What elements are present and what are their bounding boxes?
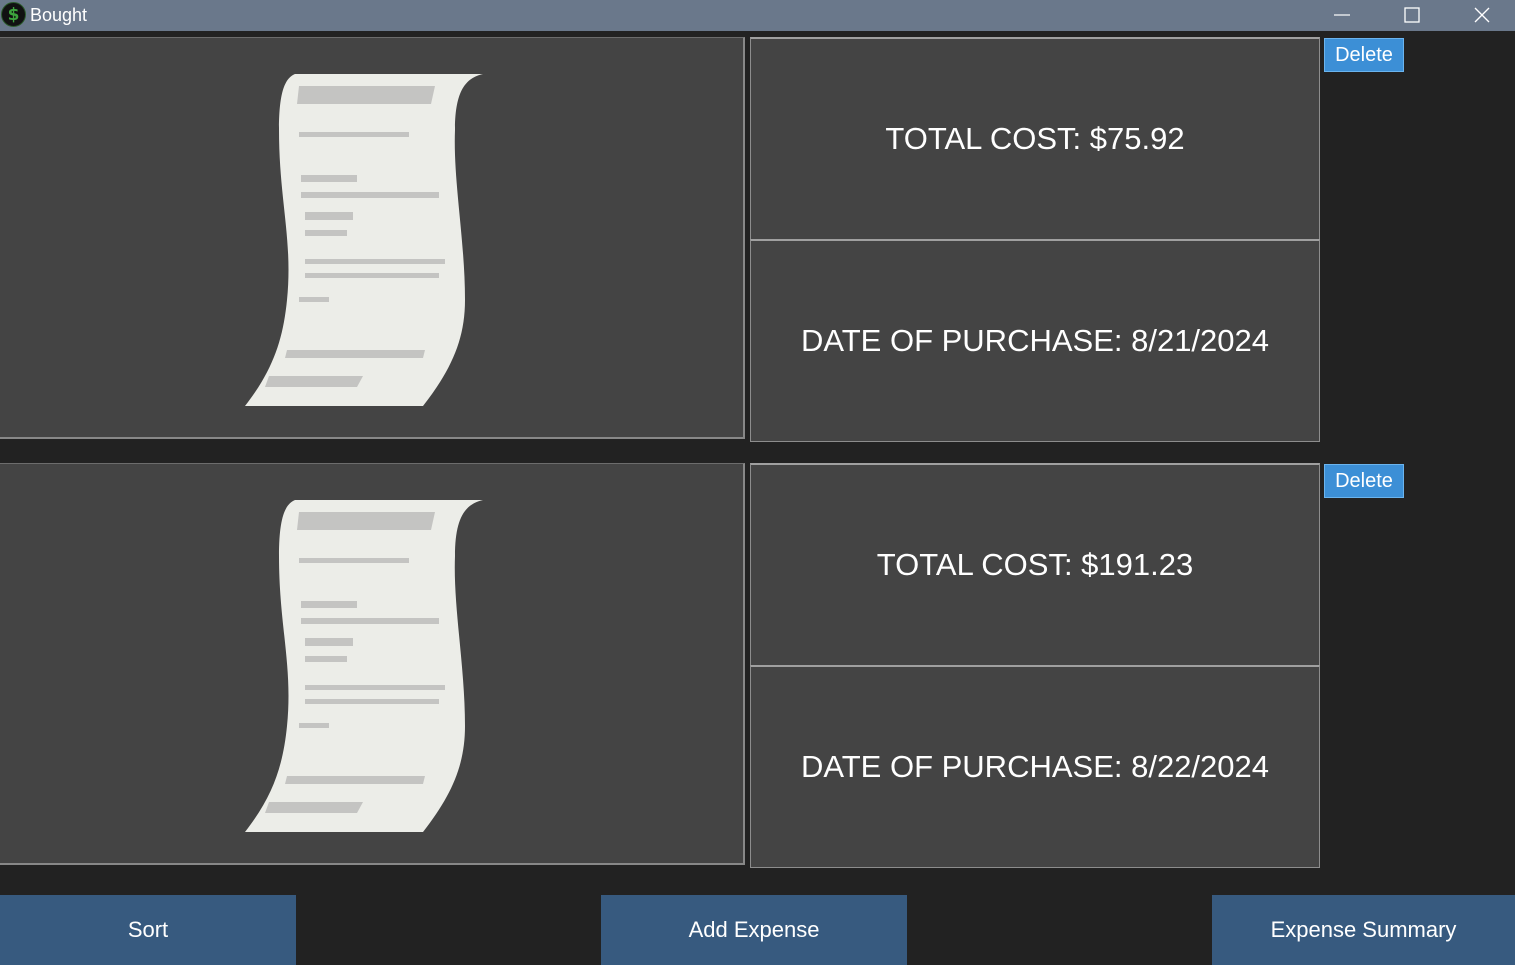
dollar-coin-icon: $ [1,2,26,27]
total-cost-panel: TOTAL COST: $75.92 [750,37,1320,240]
minimize-icon [1334,14,1350,16]
minimize-button[interactable] [1307,0,1377,31]
date-of-purchase-panel: DATE OF PURCHASE: 8/21/2024 [750,239,1320,442]
date-of-purchase-label: DATE OF PURCHASE: 8/21/2024 [800,323,1270,358]
sort-button[interactable]: Sort [0,895,296,965]
receipt-icon [245,74,483,406]
expense-image-panel [0,463,745,865]
date-of-purchase-label: DATE OF PURCHASE: 8/22/2024 [800,749,1270,784]
title-bar: $ Bought [0,0,1515,31]
delete-button[interactable]: Delete [1324,464,1404,498]
total-cost-label: TOTAL COST: $75.92 [885,121,1185,156]
total-cost-label: TOTAL COST: $191.23 [876,547,1194,582]
expense-summary-button[interactable]: Expense Summary [1212,895,1515,965]
date-of-purchase-panel: DATE OF PURCHASE: 8/22/2024 [750,665,1320,868]
maximize-icon [1404,7,1420,23]
delete-button[interactable]: Delete [1324,38,1404,72]
maximize-button[interactable] [1377,0,1447,31]
add-expense-button[interactable]: Add Expense [601,895,907,965]
window-title: Bought [30,5,88,25]
close-icon [1474,7,1490,23]
total-cost-panel: TOTAL COST: $191.23 [750,463,1320,666]
expense-image-panel [0,37,745,439]
close-button[interactable] [1447,0,1515,31]
receipt-icon [245,500,483,832]
